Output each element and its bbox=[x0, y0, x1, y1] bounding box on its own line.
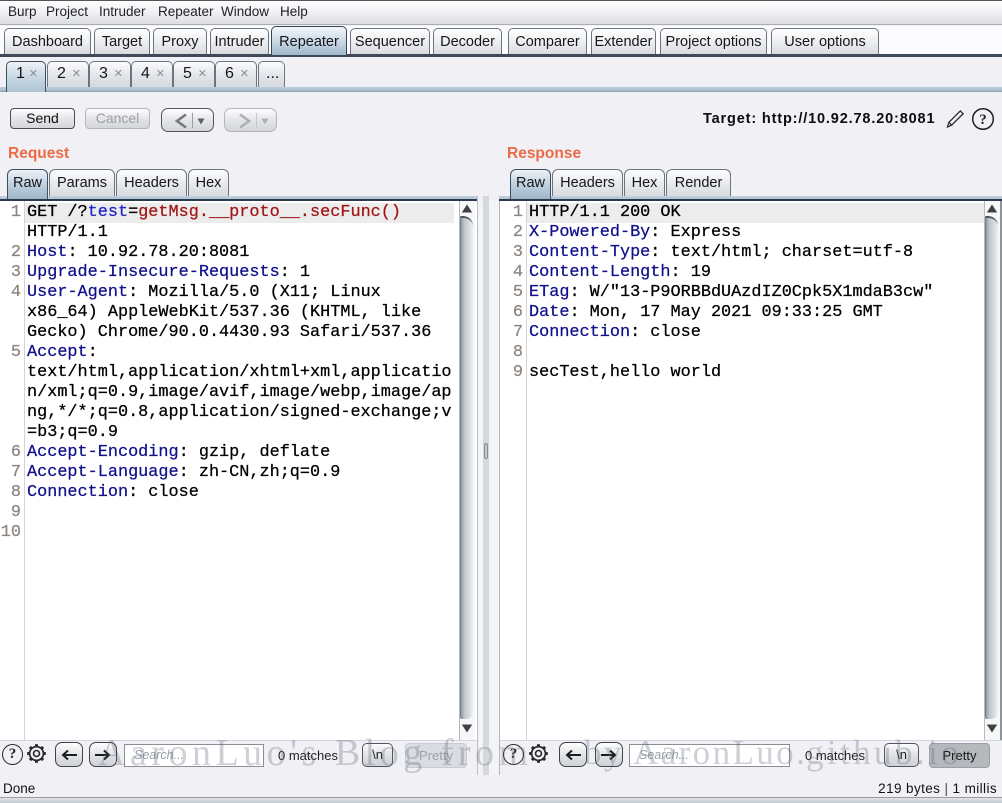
svg-text:?: ? bbox=[979, 112, 987, 128]
